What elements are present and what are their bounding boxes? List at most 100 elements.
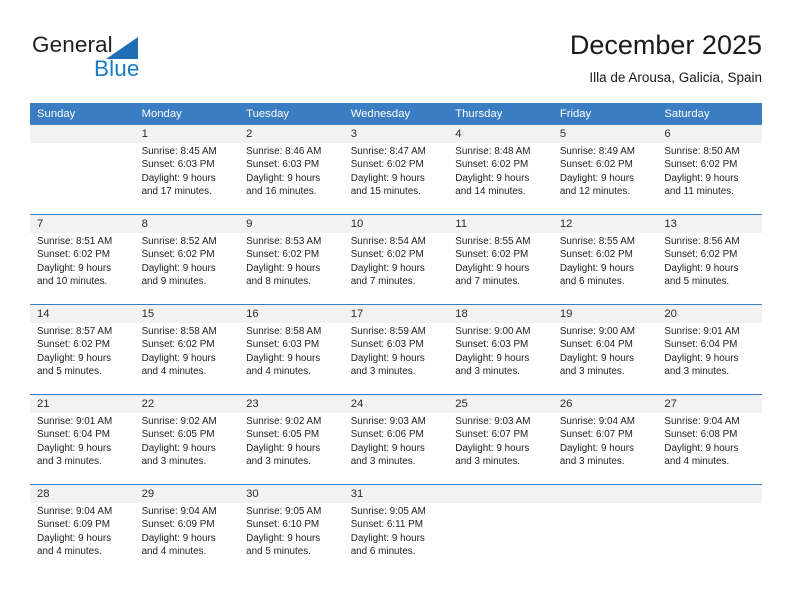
day-number-8[interactable]: 8 [134,215,240,233]
day-13-sunrise-text: Sunrise: 8:56 AM [664,236,740,247]
day-cell-1[interactable]: Sunrise: 8:45 AM Sunset: 6:03 PM Daylight:… [134,143,240,211]
day-number-29[interactable]: 29 [134,485,240,503]
day-cell-6[interactable]: Sunrise: 8:50 AM Sunset: 6:02 PM Daylight:… [657,143,762,211]
day-18-daylight-text: Daylight: 9 hours [455,352,530,364]
day-5-sunset-text: Sunset: 6:02 PM [559,159,633,171]
day-number-11[interactable]: 11 [448,215,553,233]
day-cell-19[interactable]: Sunrise: 9:00 AM Sunset: 6:04 PM Daylight:… [552,323,658,391]
day-number-22[interactable]: 22 [134,395,240,413]
day-number-18[interactable]: 18 [448,305,553,323]
day-number-10[interactable]: 10 [343,215,449,233]
day-cell-11[interactable]: Sunrise: 8:55 AM Sunset: 6:02 PM Daylight:… [448,233,553,301]
day-number-16[interactable]: 16 [239,305,344,323]
day-number-20[interactable]: 20 [657,305,762,323]
day-number-12[interactable]: 12 [552,215,658,233]
day-19-daylight-text: and 3 minutes. [559,366,625,378]
day-number-24[interactable]: 24 [343,395,449,413]
day-cell-2[interactable]: Sunrise: 8:46 AM Sunset: 6:03 PM Daylight:… [239,143,344,211]
day-2-sunset-text: Sunset: 6:03 PM [246,159,320,171]
day-29-daylight-text: and 4 minutes. [141,546,207,558]
day-number-4[interactable]: 4 [448,125,553,143]
day-cell-5[interactable]: Sunrise: 8:49 AM Sunset: 6:02 PM Daylight:… [552,143,658,211]
day-cell-24[interactable]: Sunrise: 9:03 AM Sunset: 6:06 PM Daylight:… [343,413,449,481]
day-22-sunrise-text: Sunrise: 9:02 AM [141,416,217,427]
day-1-sunset-text: Sunset: 6:03 PM [141,159,215,171]
day-cell-28[interactable]: Sunrise: 9:04 AM Sunset: 6:09 PM Daylight:… [30,503,135,571]
day-cell-9[interactable]: Sunrise: 8:53 AM Sunset: 6:02 PM Daylight:… [239,233,344,301]
day-number-empty [448,485,553,503]
generalblue-logo[interactable]: General Blue [32,32,212,88]
day-number-23[interactable]: 23 [239,395,344,413]
day-10-daylight-text: and 7 minutes. [350,276,416,288]
day-number-3[interactable]: 3 [343,125,449,143]
day-cell-10[interactable]: Sunrise: 8:54 AM Sunset: 6:02 PM Daylight:… [343,233,449,301]
weekday-header-friday: Friday [552,103,658,125]
day-number-28[interactable]: 28 [30,485,135,503]
day-number-1[interactable]: 1 [134,125,240,143]
day-cell-29[interactable]: Sunrise: 9:04 AM Sunset: 6:09 PM Daylight:… [134,503,240,571]
day-14-daylight-text: and 5 minutes. [37,366,102,378]
day-cell-4[interactable]: Sunrise: 8:48 AM Sunset: 6:02 PM Daylight:… [448,143,553,211]
day-number-6[interactable]: 6 [657,125,762,143]
day-cell-27[interactable]: Sunrise: 9:04 AM Sunset: 6:08 PM Daylight:… [657,413,762,481]
day-27-daylight-text: Daylight: 9 hours [664,442,739,454]
calendar-body: 1 2 3 4 5 6 Sunrise: 8:45 AM Sunset: 6:03 PM Day… [30,125,762,571]
day-cell-31[interactable]: Sunrise: 9:05 AM Sunset: 6:11 PM Daylight:… [343,503,449,571]
day-30-sunset-text: Sunset: 6:10 PM [246,519,320,531]
day-9-daylight-text: Daylight: 9 hours [246,262,321,274]
day-number-5[interactable]: 5 [552,125,658,143]
day-cell-empty [552,503,658,571]
day-cell-22[interactable]: Sunrise: 9:02 AM Sunset: 6:05 PM Daylight:… [134,413,240,481]
day-cell-12[interactable]: Sunrise: 8:55 AM Sunset: 6:02 PM Daylight:… [552,233,658,301]
day-cell-18[interactable]: Sunrise: 9:00 AM Sunset: 6:03 PM Daylight:… [448,323,553,391]
day-number-30[interactable]: 30 [239,485,344,503]
day-number-15[interactable]: 15 [134,305,240,323]
week-detail-row: Sunrise: 8:51 AM Sunset: 6:02 PM Daylight:… [30,233,762,301]
day-cell-25[interactable]: Sunrise: 9:03 AM Sunset: 6:07 PM Daylight:… [448,413,553,481]
day-31-daylight-text: and 6 minutes. [350,546,416,558]
calendar-header-row: Sunday Monday Tuesday Wednesday Thursday… [30,103,762,125]
day-31-sunset-text: Sunset: 6:11 PM [350,519,423,531]
weekday-header-sunday: Sunday [30,103,135,125]
day-cell-7[interactable]: Sunrise: 8:51 AM Sunset: 6:02 PM Daylight:… [30,233,135,301]
day-cell-empty [657,503,762,571]
day-2-sunrise-text: Sunrise: 8:46 AM [246,146,322,157]
day-6-daylight-text: Daylight: 9 hours [664,172,739,184]
day-cell-8[interactable]: Sunrise: 8:52 AM Sunset: 6:02 PM Daylight:… [134,233,240,301]
day-9-daylight-text: and 8 minutes. [246,276,311,288]
day-number-9[interactable]: 9 [239,215,344,233]
day-number-25[interactable]: 25 [448,395,553,413]
day-18-daylight-text: and 3 minutes. [455,366,521,378]
day-number-14[interactable]: 14 [30,305,135,323]
day-20-sunrise-text: Sunrise: 9:01 AM [664,326,740,337]
day-number-2[interactable]: 2 [239,125,344,143]
day-cell-13[interactable]: Sunrise: 8:56 AM Sunset: 6:02 PM Daylight:… [657,233,762,301]
day-number-31[interactable]: 31 [343,485,449,503]
day-cell-21[interactable]: Sunrise: 9:01 AM Sunset: 6:04 PM Daylight:… [30,413,135,481]
day-number-21[interactable]: 21 [30,395,135,413]
day-12-sunrise-text: Sunrise: 8:55 AM [559,236,636,247]
day-number-13[interactable]: 13 [657,215,762,233]
day-number-26[interactable]: 26 [552,395,658,413]
day-cell-23[interactable]: Sunrise: 9:02 AM Sunset: 6:05 PM Daylight:… [239,413,344,481]
day-number-17[interactable]: 17 [343,305,449,323]
day-number-7[interactable]: 7 [30,215,135,233]
day-15-sunrise-text: Sunrise: 8:58 AM [141,326,217,337]
day-cell-3[interactable]: Sunrise: 8:47 AM Sunset: 6:02 PM Daylight:… [343,143,449,211]
day-16-sunrise-text: Sunrise: 8:58 AM [246,326,322,337]
day-cell-16[interactable]: Sunrise: 8:58 AM Sunset: 6:03 PM Daylight:… [239,323,344,391]
day-25-daylight-text: Daylight: 9 hours [455,442,530,454]
day-number-19[interactable]: 19 [552,305,658,323]
day-5-daylight-text: and 12 minutes. [559,186,631,198]
logo-text-general: General [32,32,113,57]
day-cell-17[interactable]: Sunrise: 8:59 AM Sunset: 6:03 PM Daylight:… [343,323,449,391]
day-cell-30[interactable]: Sunrise: 9:05 AM Sunset: 6:10 PM Daylight:… [239,503,344,571]
day-cell-15[interactable]: Sunrise: 8:58 AM Sunset: 6:02 PM Daylight:… [134,323,240,391]
day-cell-20[interactable]: Sunrise: 9:01 AM Sunset: 6:04 PM Daylight:… [657,323,762,391]
day-10-sunset-text: Sunset: 6:02 PM [350,249,424,261]
day-9-sunrise-text: Sunrise: 8:53 AM [246,236,322,247]
day-26-sunset-text: Sunset: 6:07 PM [559,429,633,441]
day-cell-14[interactable]: Sunrise: 8:57 AM Sunset: 6:02 PM Daylight:… [30,323,135,391]
day-number-27[interactable]: 27 [657,395,762,413]
day-cell-26[interactable]: Sunrise: 9:04 AM Sunset: 6:07 PM Daylight:… [552,413,658,481]
